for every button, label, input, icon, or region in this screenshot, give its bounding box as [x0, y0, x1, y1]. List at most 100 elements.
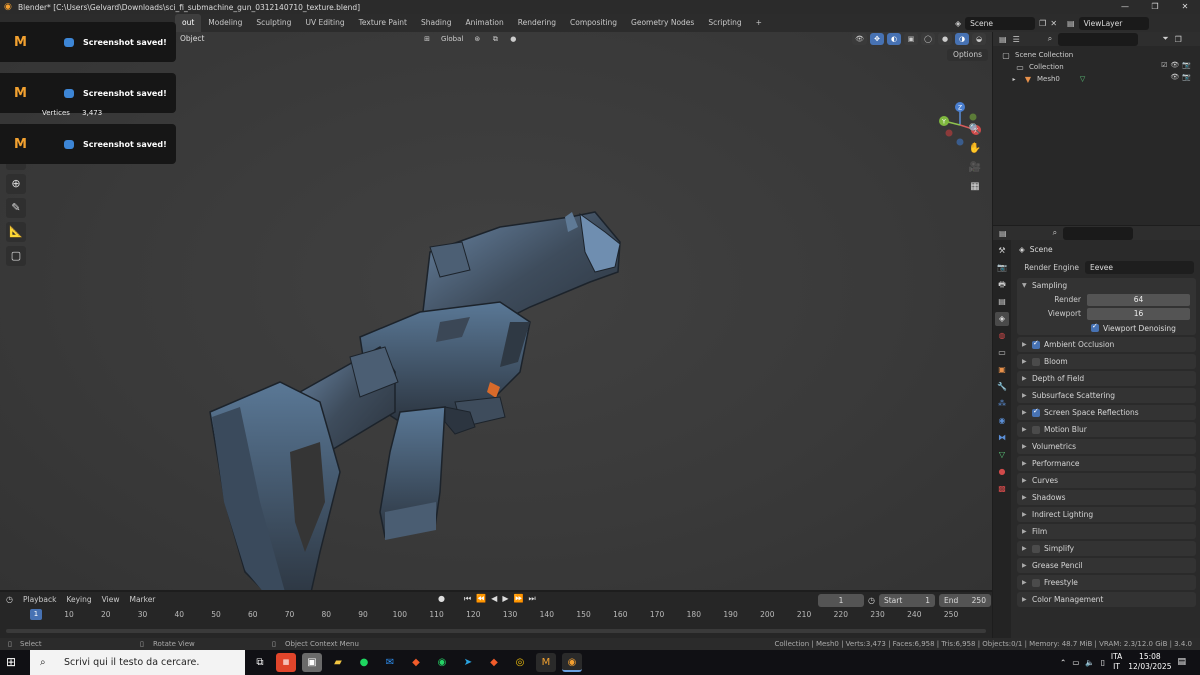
search-icon[interactable]: ⌕ — [1048, 34, 1052, 44]
modifier-tab-icon[interactable]: 🔧 — [995, 380, 1009, 394]
transform-tool-icon[interactable]: ⊕ — [6, 174, 26, 194]
tool-tab-icon[interactable]: ⚒ — [995, 244, 1009, 258]
panel-enable-checkbox[interactable] — [1032, 578, 1040, 587]
tab-compositing[interactable]: Compositing — [563, 14, 624, 32]
new-scene-icon[interactable]: ❐ — [1039, 19, 1046, 28]
tab-uv-editing[interactable]: UV Editing — [298, 14, 351, 32]
keying-menu[interactable]: Keying — [66, 595, 91, 604]
outliner-scene-collection[interactable]: ▢ Scene Collection — [993, 49, 1200, 61]
object-tab-icon[interactable]: ▣ — [995, 363, 1009, 377]
pivot-icon[interactable]: ⊛ — [470, 33, 485, 45]
playhead[interactable]: 1 — [30, 609, 42, 620]
constraints-tab-icon[interactable]: ⧓ — [995, 431, 1009, 445]
overlay-toggle-icon[interactable]: ◐ — [887, 33, 901, 45]
network-icon[interactable]: ▭ — [1072, 658, 1079, 667]
texture-tab-icon[interactable]: ▩ — [995, 482, 1009, 496]
brave-beta-icon[interactable]: ◆ — [484, 653, 504, 672]
tab-layout[interactable]: out — [175, 14, 202, 32]
expand-arrow-icon[interactable]: ▸ — [1009, 76, 1019, 83]
properties-search-input[interactable] — [1063, 226, 1134, 240]
panel-header[interactable]: ▶ Ambient Occlusion — [1017, 337, 1196, 352]
zoom-icon[interactable]: 🔍 — [966, 122, 984, 138]
orientation-dropdown[interactable]: Global — [438, 33, 467, 45]
viewport-denoising-row[interactable]: Viewport Denoising — [1017, 321, 1196, 335]
submachine-gun-model[interactable] — [200, 172, 640, 590]
tab-shading[interactable]: Shading — [414, 14, 458, 32]
volume-icon[interactable]: 🔈 — [1085, 658, 1094, 667]
outliner-collection-row[interactable]: ▭ Collection ☑👁📷 — [993, 61, 1200, 73]
panel-header[interactable]: ▶ Shadows — [1017, 490, 1196, 505]
tab-scripting[interactable]: Scripting — [701, 14, 748, 32]
panel-header[interactable]: ▶ Volumetrics — [1017, 439, 1196, 454]
solid-shading-icon[interactable]: ● — [938, 33, 952, 45]
grid-perspective-icon[interactable]: ▦ — [966, 179, 984, 195]
panel-enable-checkbox[interactable] — [1032, 544, 1040, 553]
options-dropdown[interactable]: Options — [947, 49, 988, 61]
add-workspace-button[interactable]: + — [749, 14, 769, 32]
visibility-icon[interactable]: 👁 — [852, 33, 867, 45]
whatsapp-icon[interactable]: ◉ — [432, 653, 452, 672]
panel-header[interactable]: ▶ Bloom — [1017, 354, 1196, 369]
render-samples-field[interactable]: 64 — [1087, 293, 1190, 306]
start-frame-field[interactable]: Start 1 — [878, 594, 935, 607]
material-tab-icon[interactable]: ● — [995, 465, 1009, 479]
delete-scene-icon[interactable]: ✕ — [1050, 19, 1057, 28]
snap-icon[interactable]: ⧉ — [488, 33, 503, 45]
taskbar-search[interactable]: ⌕ Scrivi qui il testo da cercare. — [30, 650, 245, 675]
panel-header[interactable]: ▶ Motion Blur — [1017, 422, 1196, 437]
editor-type-icon[interactable]: ▤ — [999, 229, 1007, 238]
telegram-icon[interactable]: ➤ — [458, 653, 478, 672]
annotate-tool-icon[interactable]: ✎ — [6, 198, 26, 218]
panel-header[interactable]: ▶ Subsurface Scattering — [1017, 388, 1196, 403]
scene-tab-icon[interactable]: ◈ — [995, 312, 1009, 326]
visibility-toggles[interactable]: 👁📷 — [1170, 73, 1194, 81]
new-collection-icon[interactable]: ❐ — [1175, 35, 1182, 44]
studio-app-icon[interactable]: ▦ — [276, 653, 296, 672]
clock-icon[interactable]: ◷ — [868, 596, 875, 605]
play-icon[interactable]: ▶ — [502, 594, 508, 604]
panel-header[interactable]: ▶ Freestyle — [1017, 575, 1196, 590]
tab-modeling[interactable]: Modeling — [201, 14, 249, 32]
panel-enable-checkbox[interactable] — [1032, 339, 1040, 349]
search-icon[interactable]: ⌕ — [1053, 228, 1057, 238]
measure-tool-icon[interactable]: 📐 — [6, 222, 26, 242]
panel-enable-checkbox[interactable] — [1032, 425, 1040, 434]
photos-app-icon[interactable]: ▣ — [302, 653, 322, 672]
record-icon[interactable]: ● — [438, 594, 445, 604]
capture-app-icon[interactable]: M — [536, 653, 556, 672]
editor-type-icon[interactable]: ▤ — [999, 35, 1007, 44]
battery-icon[interactable]: ▯ — [1101, 658, 1105, 667]
visibility-toggles[interactable]: ☑👁📷 — [1161, 61, 1194, 69]
denoising-checkbox[interactable] — [1091, 322, 1099, 332]
panel-header[interactable]: ▶ Film — [1017, 524, 1196, 539]
panel-header[interactable]: ▶ Performance — [1017, 456, 1196, 471]
notification-toast[interactable]: M Screenshot saved! — [0, 124, 176, 164]
blender-app-icon[interactable]: ◉ — [562, 653, 582, 672]
world-tab-icon[interactable]: ◍ — [995, 329, 1009, 343]
mail-icon[interactable]: ✉ — [380, 653, 400, 672]
notification-toast[interactable]: M Screenshot saved! — [0, 73, 176, 113]
task-view-icon[interactable]: ⧉ — [250, 653, 270, 672]
playback-menu[interactable]: Playback — [23, 595, 56, 604]
file-explorer-icon[interactable]: ▰ — [328, 653, 348, 672]
chrome-icon[interactable]: ◎ — [510, 653, 530, 672]
tray-chevron-icon[interactable]: ⌃ — [1060, 658, 1066, 667]
jump-start-icon[interactable]: ⏮ — [464, 594, 471, 604]
tab-sculpting[interactable]: Sculpting — [249, 14, 298, 32]
xray-icon[interactable]: ▣ — [904, 33, 918, 45]
maximize-button[interactable]: ❐ — [1140, 0, 1170, 14]
data-tab-icon[interactable]: ▽ — [995, 448, 1009, 462]
play-reverse-icon[interactable]: ◀ — [491, 594, 497, 604]
proportional-edit-icon[interactable]: ● — [506, 33, 521, 45]
render-tab-icon[interactable]: 📷 — [995, 261, 1009, 275]
filter-icon[interactable]: ⏷ — [1162, 34, 1168, 44]
timeline-scrollbar[interactable] — [6, 629, 986, 633]
panel-enable-checkbox[interactable] — [1032, 407, 1040, 417]
outliner-mesh-row[interactable]: ▸ ▼ Mesh0 ▽ 👁📷 — [993, 73, 1200, 85]
jump-end-icon[interactable]: ⏭ — [528, 594, 535, 604]
collection-tab-icon[interactable]: ▭ — [995, 346, 1009, 360]
outliner-search-input[interactable] — [1058, 32, 1139, 46]
scene-field[interactable]: Scene — [965, 16, 1036, 30]
current-frame-field[interactable]: 1 — [818, 594, 864, 607]
tab-rendering[interactable]: Rendering — [511, 14, 563, 32]
